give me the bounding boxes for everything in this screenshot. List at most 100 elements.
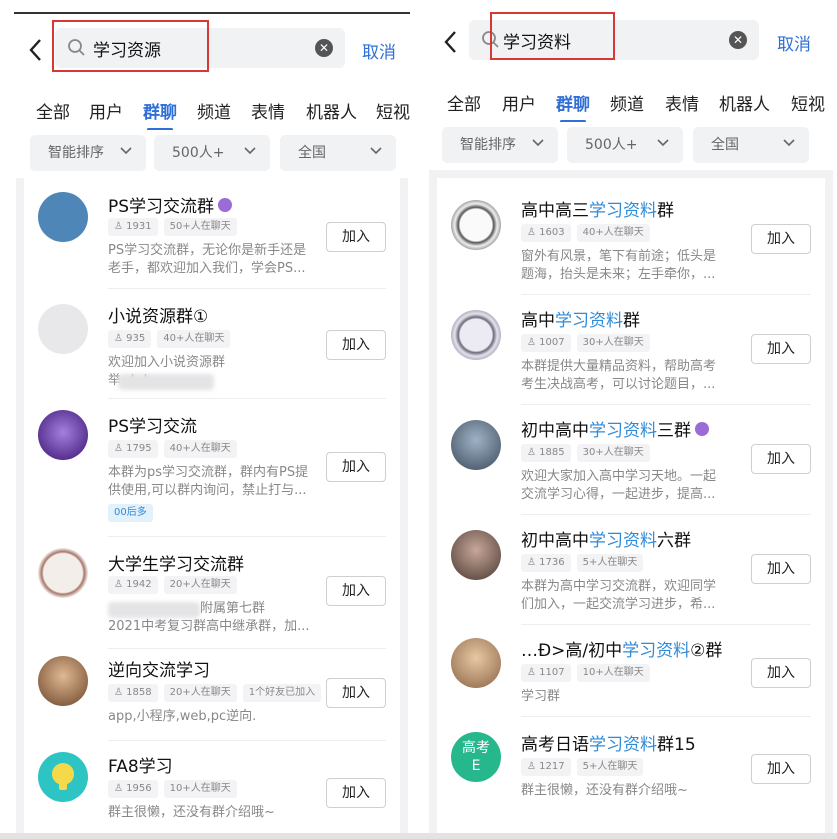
name-highlight: 学习资料 <box>589 735 657 755</box>
tab-channels[interactable]: 频道 <box>610 90 644 115</box>
online-count: 30+人在聊天 <box>576 334 650 352</box>
list-item[interactable]: 大学生学习交流群 ♙ 1942 20+人在聊天 附属第七群 2021中考复习群高中… <box>24 538 400 650</box>
sort-filter[interactable]: 智能排序 <box>442 127 558 163</box>
member-count-value: 1736 <box>539 557 565 568</box>
divider <box>521 716 811 717</box>
list-item[interactable]: PS学习交流 ♙ 1795 40+人在聊天 本群为ps学习交流群，群内有PS提 供… <box>24 400 400 538</box>
tab-stickers[interactable]: 表情 <box>665 90 699 115</box>
member-count: ♙ 1931 <box>108 218 158 236</box>
desc-line: 本群为ps学习交流群，群内有PS提 <box>108 465 309 480</box>
avatar: 高考 E <box>451 732 501 782</box>
group-meta: ♙ 1858 20+人在聊天 1个好友已加入 <box>108 684 327 702</box>
avatar <box>38 656 88 706</box>
join-button[interactable]: 加入 <box>751 444 811 474</box>
member-count: ♙ 935 <box>108 330 152 348</box>
back-arrow-icon[interactable] <box>441 29 461 55</box>
category-tabs: 全部 用户 群聊 频道 表情 机器人 短视 <box>425 90 837 122</box>
tab-stickers[interactable]: 表情 <box>251 98 285 123</box>
name-prefix: 高考日语 <box>521 735 589 755</box>
group-name: PS学习交流 <box>108 417 198 437</box>
tab-groups[interactable]: 群聊 <box>556 90 590 122</box>
tab-users[interactable]: 用户 <box>502 90 536 115</box>
divider <box>521 624 811 625</box>
group-meta: ♙ 1007 30+人在聊天 <box>521 334 656 352</box>
join-button[interactable]: 加入 <box>751 554 811 584</box>
member-count: ♙ 1858 <box>108 684 158 702</box>
group-name: 初中高中学习资料六群 <box>521 526 691 551</box>
list-item[interactable]: PS学习交流群 ♙ 1931 50+人在聊天 PS学习交流群，无论你是新手还是 老… <box>24 186 400 290</box>
list-item[interactable]: 小说资源群① ♙ 93540+人在聊天 欢迎加入小说资源群 举 ·！！... 加… <box>24 290 400 400</box>
list-item[interactable]: 高中学习资料群 ♙ 1007 30+人在聊天 本群提供大量精品资料，帮助高考 考生… <box>437 296 825 406</box>
name-highlight: 学习资料 <box>589 421 657 441</box>
member-count: ♙ 1107 <box>521 664 571 682</box>
tab-users[interactable]: 用户 <box>89 98 123 123</box>
group-name: PS学习交流群 <box>108 192 233 217</box>
join-button[interactable]: 加入 <box>326 222 386 252</box>
avatar <box>451 310 501 360</box>
list-item[interactable]: …Ð>高/初中学习资料②群 ♙ 1107 10+人在聊天 学习群 加入 <box>437 626 825 718</box>
list-item[interactable]: 初中高中学习资料三群 ♙ 1885 30+人在聊天 欢迎大家加入高中学习天地。一起… <box>437 406 825 516</box>
group-description: 本群为高中学习交流群，欢迎同学 们加入，一起交流学习进步，希... <box>521 578 741 614</box>
avatar <box>451 420 501 470</box>
bottom-rule <box>0 833 837 839</box>
group-description: 学习群 <box>521 689 561 704</box>
list-item[interactable]: 高中高三学习资料群 ♙ 1603 40+人在聊天 窗外有风景，笔下有前途；低头是 … <box>437 186 825 296</box>
tab-channels[interactable]: 频道 <box>197 98 231 123</box>
tab-all[interactable]: 全部 <box>447 90 481 115</box>
region-filter[interactable]: 全国 <box>693 127 809 163</box>
region-filter[interactable]: 全国 <box>280 135 396 171</box>
member-count-value: 1931 <box>126 221 152 232</box>
size-filter[interactable]: 500人+ <box>567 127 683 163</box>
member-count-value: 1942 <box>126 579 152 590</box>
online-count: 20+人在聊天 <box>163 684 237 702</box>
redacted-text <box>108 602 200 618</box>
right-screen: 学习资料 ✕ 取消 全部 用户 群聊 频道 表情 机器人 短视 智能排序 500… <box>425 0 837 839</box>
group-name: …Ð>高/初中学习资料②群 <box>521 636 722 661</box>
clear-icon[interactable]: ✕ <box>315 39 333 57</box>
list-item[interactable]: 初中高中学习资料六群 ♙ 1736 5+人在聊天 本群为高中学习交流群，欢迎同学 … <box>437 516 825 626</box>
name-prefix: 初中高中 <box>521 421 589 441</box>
tab-bots[interactable]: 机器人 <box>306 98 357 123</box>
join-button[interactable]: 加入 <box>326 452 386 482</box>
member-count-value: 1603 <box>539 227 565 238</box>
sort-filter[interactable]: 智能排序 <box>30 135 146 171</box>
list-item[interactable]: 高考 E 高考日语学习资料群15 ♙ 1217 5+人在聊天 群主很懒，还没有群介绍… <box>437 718 825 818</box>
tab-all[interactable]: 全部 <box>36 98 70 123</box>
tab-videos[interactable]: 短视 <box>791 90 825 115</box>
list-item[interactable]: 逆向交流学习 ♙ 1858 20+人在聊天 1个好友已加入 app,小程序,web,… <box>24 650 400 742</box>
join-button[interactable]: 加入 <box>751 334 811 364</box>
group-meta: ♙ 1956 10+人在聊天 <box>108 780 243 798</box>
group-description: 群主很懒，还没有群介绍哦~ <box>108 805 275 820</box>
join-button[interactable]: 加入 <box>326 778 386 808</box>
divider <box>108 648 386 649</box>
member-count: ♙ 1885 <box>521 444 571 462</box>
avatar <box>38 752 88 802</box>
group-meta: ♙ 1942 20+人在聊天 <box>108 576 243 594</box>
name-suffix: 群 <box>657 201 674 221</box>
join-button[interactable]: 加入 <box>751 224 811 254</box>
join-button[interactable]: 加入 <box>326 678 386 708</box>
back-arrow-icon[interactable] <box>26 37 46 63</box>
tab-bots[interactable]: 机器人 <box>719 90 770 115</box>
chevron-down-icon <box>532 139 544 147</box>
name-prefix: 高中 <box>521 311 555 331</box>
join-button[interactable]: 加入 <box>751 658 811 688</box>
list-item[interactable]: FA8学习 ♙ 1956 10+人在聊天 群主很懒，还没有群介绍哦~ 加入 <box>24 742 400 832</box>
join-button[interactable]: 加入 <box>751 754 811 784</box>
join-button[interactable]: 加入 <box>326 330 386 360</box>
member-count: ♙ 1956 <box>108 780 158 798</box>
tab-groups[interactable]: 群聊 <box>143 98 177 130</box>
join-button[interactable]: 加入 <box>326 576 386 606</box>
member-count-value: 1956 <box>126 783 152 794</box>
cancel-button[interactable]: 取消 <box>777 30 811 55</box>
chevron-down-icon <box>783 139 795 147</box>
member-count-value: 1217 <box>539 761 565 772</box>
cancel-button[interactable]: 取消 <box>362 38 396 63</box>
name-prefix: 高中高三 <box>521 201 589 221</box>
size-filter[interactable]: 500人+ <box>154 135 270 171</box>
desc-line: 欢迎大家加入高中学习天地。一起 <box>521 469 717 484</box>
clear-icon[interactable]: ✕ <box>729 31 747 49</box>
tab-videos[interactable]: 短视 <box>376 98 410 123</box>
name-suffix: ②群 <box>690 641 723 661</box>
avatar <box>451 638 501 688</box>
